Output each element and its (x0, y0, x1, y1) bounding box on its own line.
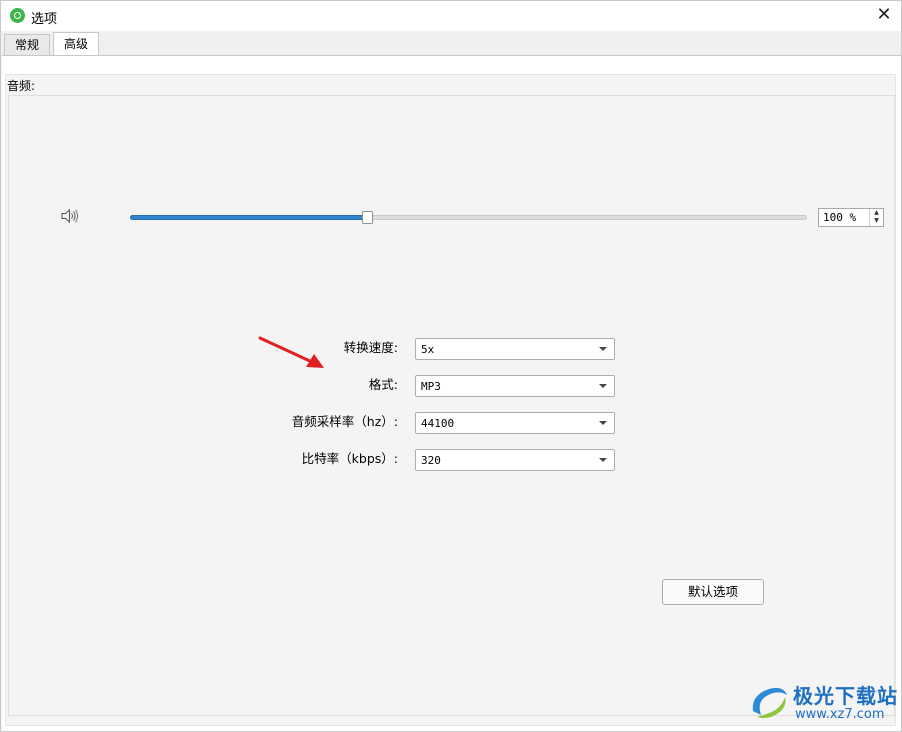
watermark-logo-icon (752, 687, 787, 719)
spin-up-icon[interactable]: ▲ (870, 209, 883, 217)
tab-general[interactable]: 常规 (4, 34, 51, 56)
window-title: 选项 (31, 12, 58, 27)
watermark: 极光下载站 www.xz7.com (741, 677, 901, 729)
watermark-title: 极光下载站 (793, 684, 898, 708)
volume-slider-handle[interactable] (361, 211, 373, 224)
close-button[interactable]: ✕ (871, 3, 897, 29)
chevron-down-icon (599, 458, 607, 462)
speed-value: 5x (421, 343, 435, 356)
sample-rate-label: 音频采样率（hz）: (291, 414, 398, 429)
sample-rate-select[interactable]: 44100 (415, 412, 615, 434)
sample-rate-value: 44100 (421, 417, 455, 430)
speaker-icon (61, 208, 78, 224)
volume-spinbox[interactable]: 100 % ▲ ▼ (818, 208, 884, 227)
format-value: MP3 (421, 380, 441, 393)
format-select[interactable]: MP3 (415, 375, 615, 397)
chevron-down-icon (599, 421, 607, 425)
audio-group-title: 音频: (7, 79, 36, 93)
bitrate-select[interactable]: 320 (415, 449, 615, 471)
bitrate-value: 320 (421, 454, 441, 467)
audio-settings-frame (8, 95, 895, 716)
chevron-down-icon (599, 384, 607, 388)
red-arrow-annotation (258, 336, 324, 368)
bitrate-label: 比特率（kbps）: (301, 451, 398, 466)
volume-slider[interactable] (130, 211, 807, 224)
format-label: 格式: (368, 377, 398, 392)
speed-select[interactable]: 5x (415, 338, 615, 360)
default-options-button[interactable]: 默认选项 (662, 579, 764, 605)
volume-slider-fill (130, 215, 367, 220)
watermark-url: www.xz7.com (795, 707, 885, 722)
volume-spin-value: 100 % (823, 211, 857, 224)
title-bar: 选项 ✕ (1, 1, 901, 31)
spin-down-icon[interactable]: ▼ (870, 217, 883, 225)
options-dialog: 选项 ✕ 常规 高级 音频: 100 % ▲ ▼ 转换速度: 5x 格式: MP… (0, 0, 902, 732)
app-logo-icon (10, 8, 25, 23)
tab-strip: 常规 高级 (1, 31, 901, 56)
chevron-down-icon (599, 347, 607, 351)
tab-advanced[interactable]: 高级 (53, 32, 100, 56)
spin-buttons: ▲ ▼ (869, 209, 883, 226)
